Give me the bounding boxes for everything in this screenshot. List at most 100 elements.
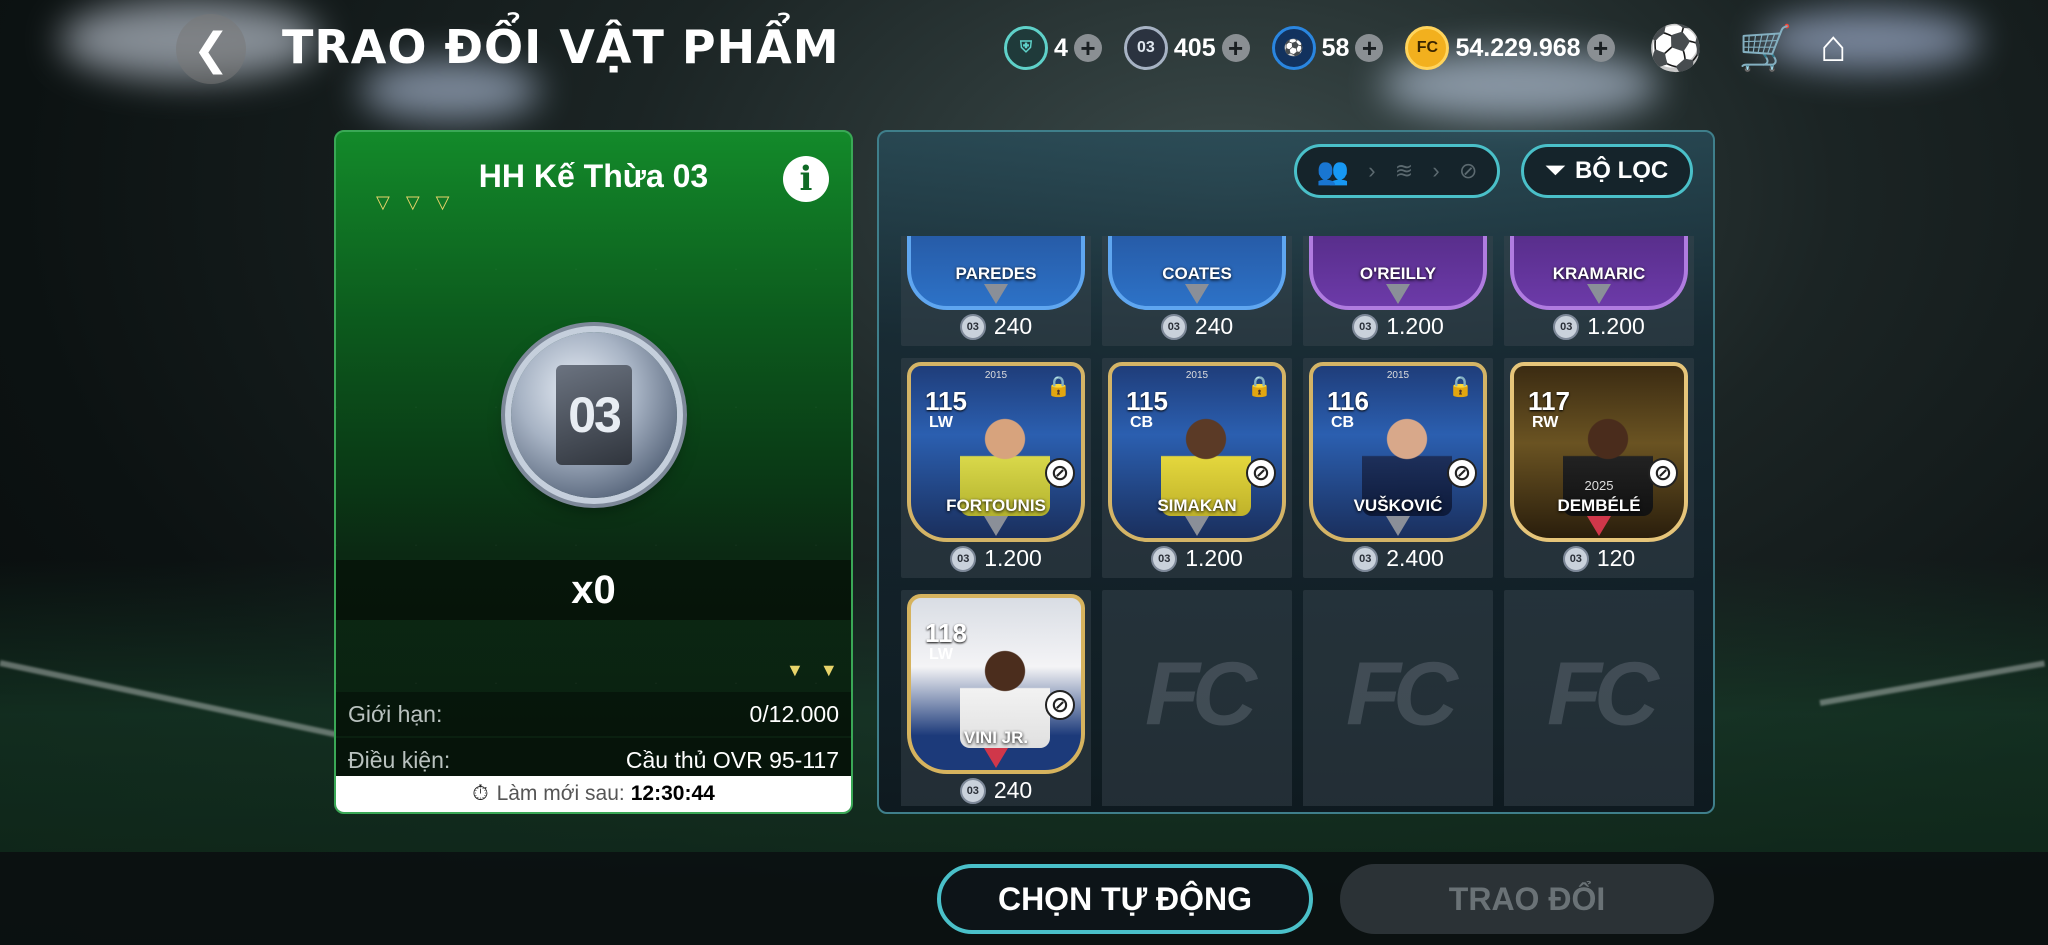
player-slot[interactable]: PAREDES 03 240 bbox=[901, 236, 1091, 346]
limit-label: Giới hạn: bbox=[348, 700, 443, 727]
filter-button[interactable]: ⏷ BỘ LỌC bbox=[1521, 144, 1693, 198]
player-token-icon: ⚽ bbox=[1271, 26, 1316, 70]
plus-icon[interactable]: + bbox=[1221, 34, 1250, 62]
refresh-bar: ⏱ Làm mới sau: 12:30:44 bbox=[336, 776, 851, 812]
player-card: KRAMARIC bbox=[1510, 236, 1688, 310]
player-ovr: 115 bbox=[1126, 386, 1168, 416]
page-title: TRAO ĐỔI VẬT PHẨM bbox=[282, 20, 840, 74]
players-icon[interactable]: 👥 bbox=[1317, 156, 1349, 187]
info-icon[interactable]: i bbox=[783, 156, 829, 202]
player-card: PAREDES bbox=[907, 236, 1085, 310]
fc-logo-icon: FC bbox=[1346, 644, 1458, 745]
player-slot[interactable]: KRAMARIC 03 1.200 bbox=[1504, 236, 1694, 346]
no-trade-icon[interactable]: ⊘ bbox=[1459, 158, 1477, 184]
player-name: O'REILLY bbox=[1359, 264, 1437, 283]
cart-icon[interactable]: 🛒 bbox=[1738, 22, 1793, 74]
rank-chevron-icon bbox=[1587, 516, 1611, 536]
home-icon[interactable]: ⌂ bbox=[1820, 22, 1847, 72]
03-coin-icon: 03 bbox=[959, 777, 986, 804]
fc-logo-icon: FC bbox=[1145, 644, 1257, 745]
03-coin-icon: 03 bbox=[1151, 545, 1178, 572]
currency-fc-coin: FC 54.229.968 + bbox=[1405, 26, 1615, 70]
item-quantity: x0 bbox=[336, 560, 851, 620]
item-title: HH Kế Thừa 03 bbox=[478, 158, 709, 194]
rank-chevron-icon bbox=[1386, 284, 1410, 304]
filter-icon: ⏷ bbox=[1545, 157, 1565, 184]
player-price: 03 240 bbox=[1102, 313, 1292, 340]
rank-chevron-icon bbox=[1587, 284, 1611, 304]
player-position: LW bbox=[929, 414, 953, 431]
stopwatch-icon: ⏱ bbox=[472, 782, 489, 805]
ball-icon[interactable]: ⚽ bbox=[1648, 22, 1703, 74]
rank-chevron-icon bbox=[984, 748, 1008, 768]
back-button[interactable]: ❮ bbox=[176, 14, 246, 84]
player-slot[interactable]: 118 LW ⊘ VINI JR. 03 240 bbox=[901, 590, 1091, 806]
player-card: 118 LW ⊘ VINI JR. bbox=[907, 594, 1085, 774]
player-price: 03 1.200 bbox=[1504, 313, 1694, 340]
player-name: COATES bbox=[1162, 264, 1232, 283]
player-price: 03 1.200 bbox=[901, 545, 1091, 572]
plus-icon[interactable]: + bbox=[1073, 34, 1102, 62]
empty-slot: FC bbox=[1504, 590, 1694, 806]
currency-value: 58 bbox=[1321, 33, 1350, 62]
stadium-light bbox=[1760, 10, 1980, 70]
auto-select-button[interactable]: CHỌN TỰ ĐỘNG bbox=[937, 864, 1313, 934]
view-mode-switch[interactable]: 👥 › ≋ › ⊘ bbox=[1294, 144, 1500, 198]
untradeable-icon: ⊘ bbox=[1045, 690, 1075, 720]
player-ovr: 115 bbox=[925, 386, 967, 416]
player-slot[interactable]: COATES 03 240 bbox=[1102, 236, 1292, 346]
back-icon: ❮ bbox=[192, 24, 230, 74]
currency-bar: ⛨ 4 + 03 405 + ⚽ 58 + FC 54.229.968 + bbox=[1004, 24, 1637, 72]
plus-icon[interactable]: + bbox=[1355, 34, 1384, 62]
chevron-right-icon: › bbox=[1432, 158, 1440, 183]
untradeable-icon: ⊘ bbox=[1045, 458, 1075, 488]
fc-coin-icon: FC bbox=[1405, 26, 1450, 70]
refresh-label: Làm mới sau: bbox=[496, 782, 625, 805]
limit-row: Giới hạn: 0/12.000 bbox=[336, 692, 851, 736]
player-price: 03 240 bbox=[901, 777, 1091, 804]
03-token-icon: 03 bbox=[511, 332, 677, 498]
03-coin-icon: 03 bbox=[1553, 313, 1580, 340]
currency-value: 4 bbox=[1054, 33, 1068, 62]
plus-icon[interactable]: + bbox=[1586, 34, 1615, 62]
coins-stack-icon[interactable]: ≋ bbox=[1395, 158, 1413, 184]
player-card: 2015 115 CB 🔒 ⊘ SIMAKAN bbox=[1108, 362, 1286, 542]
lock-icon: 🔒 bbox=[1448, 376, 1473, 398]
currency-03: 03 405 + bbox=[1123, 26, 1250, 70]
currency-value: 54.229.968 bbox=[1455, 33, 1581, 62]
player-name: PAREDES bbox=[955, 264, 1037, 283]
03-coin-icon: 03 bbox=[959, 313, 986, 340]
shield-token-icon: ⛨ bbox=[1004, 26, 1048, 70]
player-slot[interactable]: 117 RW 2025 ⊘ DEMBÉLÉ 03 120 bbox=[1504, 358, 1694, 578]
player-ovr: 117 bbox=[1528, 386, 1570, 416]
player-ovr: 118 bbox=[925, 618, 967, 648]
03-coin-icon: 03 bbox=[1160, 313, 1187, 340]
fc-logo-icon: FC bbox=[1547, 644, 1659, 745]
rank-chevron-icon bbox=[1386, 516, 1410, 536]
player-grid: PAREDES 03 240 COATES 03 240 O'REILLY 03 1.… bbox=[901, 236, 1697, 806]
untradeable-icon: ⊘ bbox=[1246, 458, 1276, 488]
player-slot[interactable]: 2015 115 CB 🔒 ⊘ SIMAKAN 03 1.200 bbox=[1102, 358, 1292, 578]
limit-value: 0/12.000 bbox=[749, 700, 839, 727]
chevron-right-icon: › bbox=[1368, 158, 1376, 183]
player-slot[interactable]: 2015 116 CB 🔒 ⊘ VUŠKOVIĆ 03 2.400 bbox=[1303, 358, 1493, 578]
player-slot[interactable]: O'REILLY 03 1.200 bbox=[1303, 236, 1493, 346]
currency-shield: ⛨ 4 + bbox=[1004, 26, 1102, 70]
player-ovr: 116 bbox=[1327, 386, 1369, 416]
player-name: DEMBÉLÉ bbox=[1557, 496, 1641, 515]
untradeable-icon: ⊘ bbox=[1447, 458, 1477, 488]
player-name: FORTOUNIS bbox=[946, 496, 1046, 515]
player-card: COATES bbox=[1108, 236, 1286, 310]
filter-label: BỘ LỌC bbox=[1574, 157, 1669, 184]
player-price: 03 2.400 bbox=[1303, 545, 1493, 572]
player-position: RW bbox=[1532, 414, 1559, 431]
player-card: O'REILLY bbox=[1309, 236, 1487, 310]
player-slot[interactable]: 2015 115 LW 🔒 ⊘ FORTOUNIS 03 1.200 bbox=[901, 358, 1091, 578]
player-name: VINI JR. bbox=[963, 728, 1029, 747]
rank-chevron-icon bbox=[984, 516, 1008, 536]
03-coin-icon: 03 bbox=[950, 545, 977, 572]
empty-slot: FC bbox=[1303, 590, 1493, 806]
trade-button[interactable]: TRAO ĐỔI bbox=[1340, 864, 1714, 934]
player-name: SIMAKAN bbox=[1157, 496, 1237, 515]
untradeable-icon: ⊘ bbox=[1648, 458, 1678, 488]
